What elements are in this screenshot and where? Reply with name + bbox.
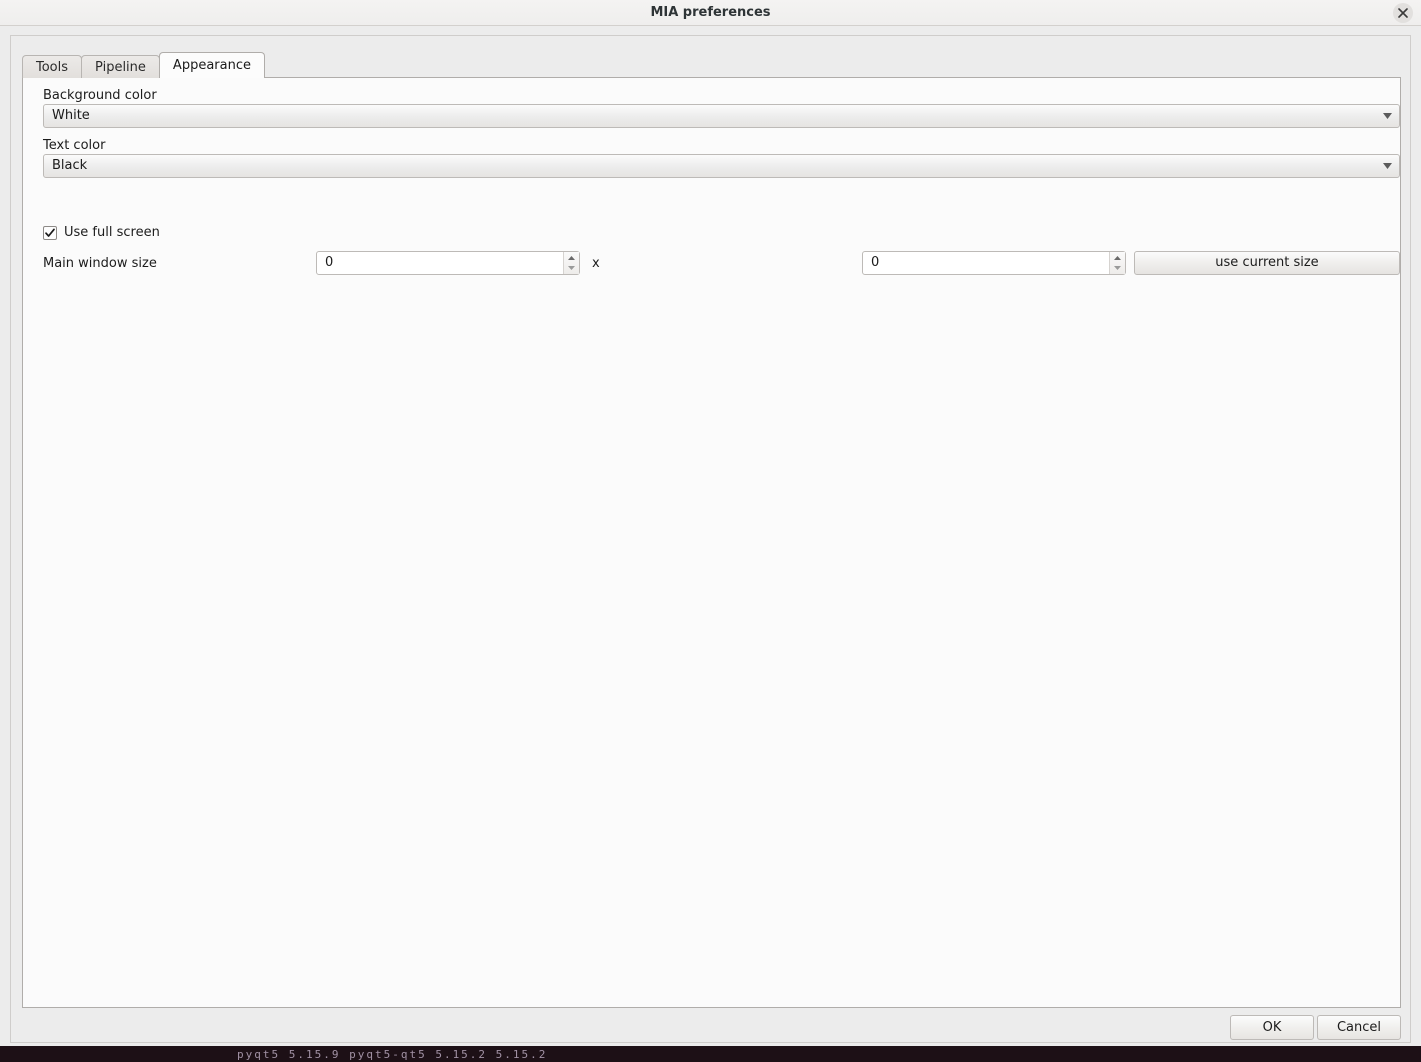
triangle-down-icon — [1114, 266, 1121, 270]
background-color-value: White — [52, 108, 90, 123]
main-window-width-value: 0 — [325, 255, 334, 270]
main-window-height-value: 0 — [871, 255, 880, 270]
appearance-form: Background color White Text color Black — [23, 78, 1400, 1007]
dialog-frame: Tools Pipeline Appearance Background col… — [10, 35, 1411, 1043]
background-desktop-strip: pyqt5 5.15.9 pyqt5-qt5 5.15.2 5.15.2 — [0, 1046, 1421, 1062]
tab-bar: Tools Pipeline Appearance — [22, 52, 265, 78]
background-color-chevron — [1383, 105, 1392, 127]
triangle-up-icon — [1114, 256, 1121, 260]
main-window-width-spin-up[interactable] — [568, 253, 575, 263]
cancel-button[interactable]: Cancel — [1317, 1015, 1401, 1040]
main-window-width-spin-down[interactable] — [568, 263, 575, 273]
background-color-select[interactable]: White — [43, 104, 1400, 128]
use-full-screen-checkbox[interactable] — [43, 225, 57, 240]
use-current-size-button[interactable]: use current size — [1134, 251, 1400, 275]
preferences-dialog: MIA preferences Tools Pipeline Appearanc… — [0, 0, 1421, 1046]
text-color-chevron — [1383, 155, 1392, 177]
main-window-size-label: Main window size — [43, 256, 157, 271]
triangle-up-icon — [568, 256, 575, 260]
use-full-screen-checkbox-row[interactable]: Use full screen — [43, 225, 160, 240]
text-color-label: Text color — [43, 138, 106, 153]
main-window-height-spin-down[interactable] — [1114, 263, 1121, 273]
close-x-icon — [1398, 8, 1408, 18]
background-color-label: Background color — [43, 88, 157, 103]
use-full-screen-label: Use full screen — [64, 225, 160, 240]
main-window-width-spin-buttons — [563, 252, 579, 274]
text-color-value: Black — [52, 158, 88, 173]
tab-appearance[interactable]: Appearance — [158, 52, 265, 78]
text-color-select[interactable]: Black — [43, 154, 1400, 178]
chevron-down-icon — [1383, 163, 1392, 169]
main-window-height-spin-buttons — [1109, 252, 1125, 274]
background-terminal-text: pyqt5 5.15.9 pyqt5-qt5 5.15.2 5.15.2 — [237, 1048, 548, 1061]
tab-tools[interactable]: Tools — [22, 55, 83, 78]
window-title: MIA preferences — [650, 5, 771, 20]
main-window-height-spin-up[interactable] — [1114, 253, 1121, 263]
main-window-width-spinbox[interactable]: 0 — [316, 251, 580, 275]
triangle-down-icon — [568, 266, 575, 270]
tab-pipeline[interactable]: Pipeline — [81, 55, 160, 78]
ok-button[interactable]: OK — [1230, 1015, 1314, 1040]
size-separator: x — [592, 256, 600, 271]
title-bar: MIA preferences — [0, 0, 1421, 26]
close-window-button[interactable] — [1393, 3, 1413, 23]
chevron-down-icon — [1383, 113, 1392, 119]
appearance-tab-panel: Background color White Text color Black — [22, 77, 1401, 1008]
checkmark-icon — [45, 228, 55, 237]
main-window-height-spinbox[interactable]: 0 — [862, 251, 1126, 275]
